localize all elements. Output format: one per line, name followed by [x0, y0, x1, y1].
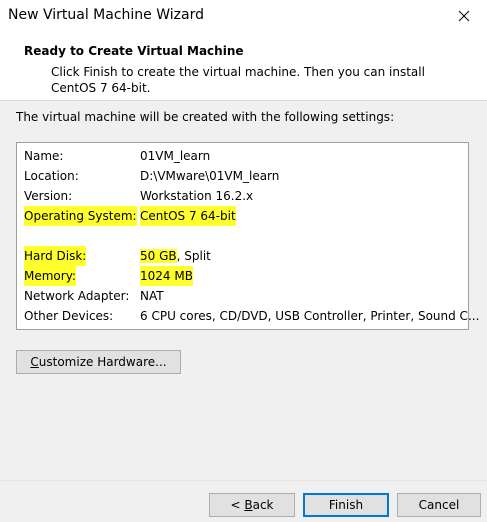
setting-value: NAT — [140, 289, 164, 303]
page-title: Ready to Create Virtual Machine — [24, 44, 244, 58]
footer-divider — [0, 480, 487, 481]
back-label: ack — [252, 498, 274, 512]
back-button[interactable]: < Back — [209, 493, 295, 517]
setting-value: 1024 MB — [140, 266, 193, 286]
setting-value: 6 CPU cores, CD/DVD, USB Controller, Pri… — [140, 309, 480, 323]
finish-button[interactable]: Finish — [303, 493, 389, 517]
cancel-button[interactable]: Cancel — [397, 493, 481, 517]
intro-text: The virtual machine will be created with… — [16, 110, 395, 124]
customize-mnemonic: C — [30, 355, 39, 369]
customize-label: ustomize Hardware... — [38, 355, 167, 369]
setting-label: Name: — [24, 149, 64, 163]
setting-label: Other Devices: — [24, 309, 114, 323]
setting-value-rest: , Split — [176, 249, 211, 263]
setting-label: Operating System: — [24, 206, 137, 226]
setting-value: Workstation 16.2.x — [140, 189, 254, 203]
title-bar: New Virtual Machine Wizard — [0, 0, 487, 32]
setting-label: Memory: — [24, 266, 76, 286]
window-title: New Virtual Machine Wizard — [8, 7, 204, 23]
close-button[interactable] — [441, 0, 487, 32]
setting-label: Version: — [24, 189, 73, 203]
close-icon — [458, 10, 470, 22]
settings-summary: Name: 01VM_learn Location: D:\VMware\01V… — [16, 142, 479, 330]
setting-value: 50 GB, Split — [140, 246, 211, 266]
setting-label: Network Adapter: — [24, 289, 130, 303]
page-description: Click Finish to create the virtual machi… — [51, 65, 425, 95]
customize-hardware-button[interactable]: Customize Hardware... — [16, 350, 181, 374]
wizard-header: Ready to Create Virtual Machine Click Fi… — [0, 32, 487, 101]
setting-value-highlight: 50 GB — [140, 249, 177, 263]
setting-label: Hard Disk: — [24, 246, 87, 266]
setting-value: 01VM_learn — [140, 149, 211, 163]
setting-label: Location: — [24, 169, 79, 183]
back-prefix: < — [230, 498, 245, 512]
setting-value: D:\VMware\01VM_learn — [140, 169, 280, 183]
back-mnemonic: B — [244, 498, 253, 512]
setting-value: CentOS 7 64-bit — [140, 206, 236, 226]
